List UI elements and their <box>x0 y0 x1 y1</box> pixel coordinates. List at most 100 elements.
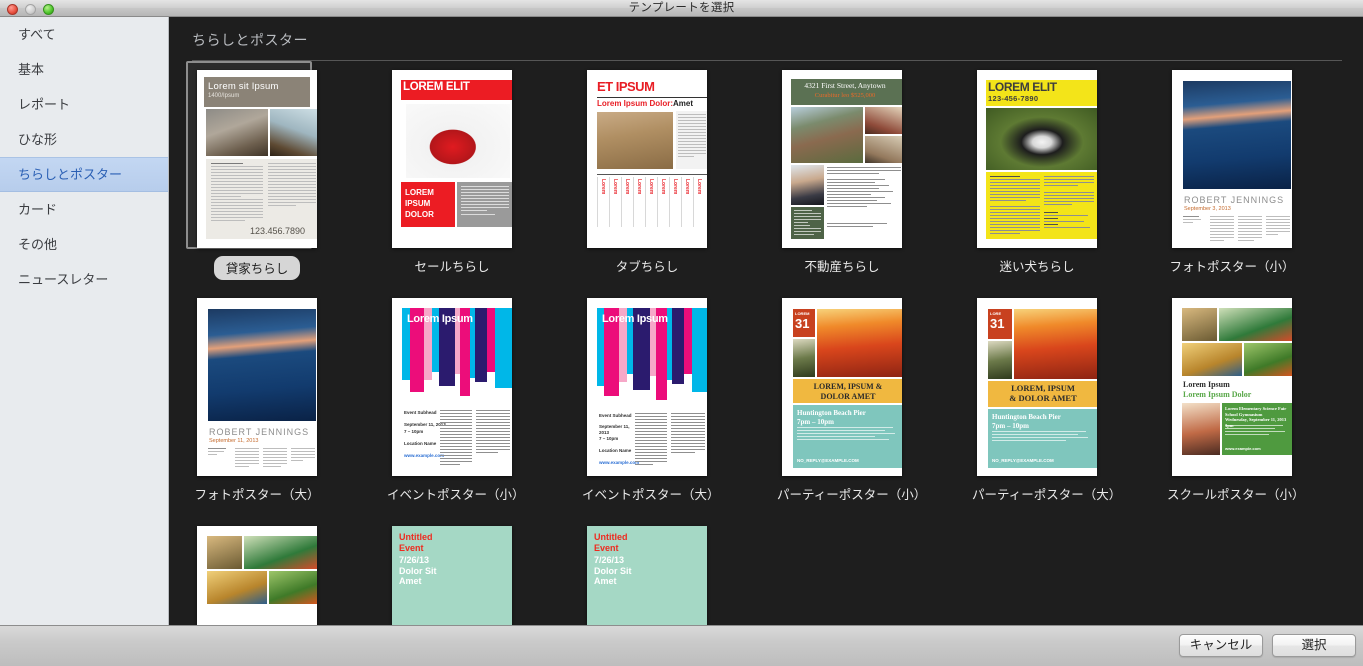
thumbnail-frame[interactable]: Lorem Ipsum Event Subhead September 11, … <box>387 297 517 477</box>
template-thumbnail[interactable]: Lorem Ipsum Event Subhead September 11, … <box>587 298 707 476</box>
template-caption[interactable]: パーティーポスター（大） <box>972 484 1121 503</box>
template-card-party-poster-large[interactable]: LORE 31 LOREM, IPSUM & DOLOR AMET Huntin… <box>972 297 1121 503</box>
caption-line: 迷い犬ちらし <box>972 256 1102 275</box>
caption-line: 貸家ちらし <box>192 249 322 280</box>
poster-body-panel: Event Subhead September 11, 2013 7 – 10p… <box>402 408 512 470</box>
thumbnail-frame[interactable]: ET IPSUM Lorem Ipsum Dolor:Amet Lorem Lo… <box>582 69 712 249</box>
template-thumbnail[interactable]: Lorem Ipsum Event Subhead September 11, … <box>392 298 512 476</box>
template-caption[interactable]: イベントポスター（大） <box>582 484 720 503</box>
poster-subheading: September 11, 2013 <box>209 438 259 444</box>
template-caption[interactable]: セールちらし <box>387 256 517 275</box>
template-thumbnail[interactable]: ET IPSUM Lorem Ipsum Dolor:Amet Lorem Lo… <box>587 70 707 248</box>
template-caption[interactable]: イベントポスター（小） <box>387 484 525 503</box>
badge-day: 31 <box>795 316 810 331</box>
sidebar-item-forms[interactable]: ひな形 <box>0 122 168 157</box>
template-card-real-estate[interactable]: 4321 First Street, Anytown Curabitur leo… <box>777 69 907 275</box>
template-thumbnail[interactable]: ROBERT JENNINGS September 11, 2013 <box>197 298 317 476</box>
template-card-school-poster-large[interactable] <box>192 525 322 625</box>
thumbnail-frame[interactable]: ROBERT JENNINGS September 3, 2013 <box>1167 69 1297 249</box>
venue-text: Huntington Beach Pier 7pm – 10pm <box>992 413 1061 430</box>
caption-line: セールちらし <box>387 256 517 275</box>
sidebar-item-misc[interactable]: その他 <box>0 227 168 262</box>
poster-art-school: Lorem Ipsum Lorem Ipsum Dolor Lorem Elem… <box>1179 305 1292 470</box>
thumbnail-frame[interactable]: Untitled Event 7/26/13 Dolor Sit Amet <box>582 525 712 625</box>
thumbnail-frame[interactable]: Untitled Event 7/26/13 Dolor Sit Amet <box>387 525 517 625</box>
template-caption[interactable]: フォトポスター（小） <box>1167 256 1297 275</box>
poster-label-location: Location Name <box>599 448 632 453</box>
dog-photo <box>986 108 1097 170</box>
template-caption[interactable]: 迷い犬ちらし <box>972 256 1102 275</box>
template-caption[interactable]: 貸家ちらし <box>213 256 301 280</box>
thumbnail-frame[interactable]: LOREM 31 LOREM, IPSUM & DOLOR AMET Hunti… <box>777 297 907 477</box>
sidebar-item-flyers-posters[interactable]: ちらしとポスター <box>0 157 168 192</box>
template-thumbnail[interactable]: LOREM ELIT 123-456-7890 <box>977 70 1097 248</box>
hand-leaf-photo <box>269 571 317 604</box>
poster-body-panel <box>208 448 316 474</box>
thumbnail-frame[interactable]: LOREM ELIT 123-456-7890 <box>972 69 1102 249</box>
template-thumbnail[interactable]: LOREM 31 LOREM, IPSUM & DOLOR AMET Hunti… <box>782 298 902 476</box>
email-text: NO_REPLY@EXAMPLE.COM <box>992 458 1054 463</box>
template-caption[interactable]: スクールポスター（小） <box>1167 484 1305 503</box>
sidebar-item-newsletters[interactable]: ニュースレター <box>0 262 168 297</box>
template-thumbnail[interactable] <box>197 526 317 625</box>
thumbnail-frame[interactable]: Lorem Ipsum Event Subhead September 11, … <box>582 297 712 477</box>
flyer-art-lost-dog: LOREM ELIT 123-456-7890 <box>984 77 1097 242</box>
template-thumbnail[interactable]: Lorem sit Ipsum 1400/Ipsum 123.456.7890 <box>197 70 317 248</box>
thumbnail-frame[interactable]: Lorem sit Ipsum 1400/Ipsum 123.456.7890 <box>186 61 322 249</box>
template-thumbnail[interactable]: Untitled Event 7/26/13 Dolor Sit Amet <box>587 526 707 625</box>
template-caption[interactable]: 不動産ちらし <box>777 256 907 275</box>
template-card-house-rental[interactable]: Lorem sit Ipsum 1400/Ipsum 123.456.7890 … <box>186 61 322 280</box>
house-photo <box>791 107 863 163</box>
poster-body-panel <box>1183 216 1291 246</box>
cancel-button[interactable]: キャンセル <box>1179 634 1263 657</box>
template-card-sale-flyer[interactable]: LOREM ELIT LOREM IPSUM DOLOR セールちらし <box>387 69 517 275</box>
date-badge: LORE 31 <box>988 309 1012 339</box>
template-thumbnail[interactable]: Untitled Event 7/26/13 Dolor Sit Amet <box>392 526 512 625</box>
document-art-untitled-event: Untitled Event 7/26/13 Dolor Sit Amet <box>587 526 707 625</box>
template-card-untitled-event-1[interactable]: Untitled Event 7/26/13 Dolor Sit Amet <box>387 525 517 625</box>
info-panel: Huntington Beach Pier 7pm – 10pm NO_REPLY… <box>988 409 1097 468</box>
poster-label-time: 7 – 10pm <box>404 429 424 434</box>
template-card-party-poster-small[interactable]: LOREM 31 LOREM, IPSUM & DOLOR AMET Hunti… <box>777 297 926 503</box>
thumbnail-frame[interactable]: Lorem Ipsum Lorem Ipsum Dolor Lorem Elem… <box>1167 297 1297 477</box>
template-caption[interactable]: パーティーポスター（小） <box>777 484 926 503</box>
sidebar-item-reports[interactable]: レポート <box>0 87 168 122</box>
thumbnail-frame[interactable]: 4321 First Street, Anytown Curabitur leo… <box>777 69 907 249</box>
category-sidebar: すべて 基本 レポート ひな形 ちらしとポスター カード その他 ニュースレター <box>0 17 169 625</box>
template-card-photo-poster-large[interactable]: ROBERT JENNINGS September 11, 2013 フォトポス… <box>192 297 322 503</box>
poster-heading: Lorem Ipsum <box>407 313 473 325</box>
thumbnail-frame[interactable] <box>192 525 322 625</box>
badge-day: 31 <box>990 316 1005 331</box>
info-panel: Huntington Beach Pier 7pm – 10pm NO_REPLY… <box>793 405 902 468</box>
template-caption[interactable]: タブちらし <box>582 256 712 275</box>
molecule-model-photo <box>1182 343 1242 376</box>
template-thumbnail[interactable]: 4321 First Street, Anytown Curabitur leo… <box>782 70 902 248</box>
template-card-untitled-event-2[interactable]: Untitled Event 7/26/13 Dolor Sit Amet <box>582 525 712 625</box>
student-portrait-photo <box>1182 403 1220 455</box>
template-card-event-poster-small[interactable]: Lorem Ipsum Event Subhead September 11, … <box>387 297 525 503</box>
flyer-art-sale-scooter: LOREM ELIT LOREM IPSUM DOLOR <box>399 77 512 242</box>
template-thumbnail[interactable]: LOREM ELIT LOREM IPSUM DOLOR <box>392 70 512 248</box>
template-card-tab-flyer[interactable]: ET IPSUM Lorem Ipsum Dolor:Amet Lorem Lo… <box>582 69 712 275</box>
template-card-lost-dog[interactable]: LOREM ELIT 123-456-7890 迷い犬ちらし <box>972 69 1102 275</box>
caption-line: フォトポスター（小） <box>1167 256 1297 275</box>
template-thumbnail[interactable]: ROBERT JENNINGS September 3, 2013 <box>1172 70 1292 248</box>
template-card-photo-poster-small[interactable]: ROBERT JENNINGS September 3, 2013 フォトポスタ… <box>1167 69 1297 275</box>
template-caption[interactable]: フォトポスター（大） <box>192 484 322 503</box>
select-button[interactable]: 選択 <box>1272 634 1356 657</box>
stripe <box>495 308 512 388</box>
template-grid-panel[interactable]: ちらしとポスター Lorem sit Ipsum 1400/Ipsum 123.… <box>170 17 1363 625</box>
flyer-tab: Lorem <box>681 177 692 227</box>
template-card-event-poster-large[interactable]: Lorem Ipsum Event Subhead September 11, … <box>582 297 720 503</box>
template-card-school-poster-small[interactable]: Lorem Ipsum Lorem Ipsum Dolor Lorem Elem… <box>1167 297 1305 503</box>
thumbnail-frame[interactable]: ROBERT JENNINGS September 11, 2013 <box>192 297 322 477</box>
sidebar-item-cards[interactable]: カード <box>0 192 168 227</box>
flyer-heading: LOREM ELIT <box>403 81 470 93</box>
thumbnail-frame[interactable]: LORE 31 LOREM, IPSUM & DOLOR AMET Huntin… <box>972 297 1102 477</box>
thumbnail-frame[interactable]: LOREM ELIT LOREM IPSUM DOLOR <box>387 69 517 249</box>
template-thumbnail[interactable]: Lorem Ipsum Lorem Ipsum Dolor Lorem Elem… <box>1172 298 1292 476</box>
sidebar-item-all[interactable]: すべて <box>0 17 168 52</box>
sidebar-item-basic[interactable]: 基本 <box>0 52 168 87</box>
template-thumbnail[interactable]: LORE 31 LOREM, IPSUM & DOLOR AMET Huntin… <box>977 298 1097 476</box>
poster-label-subhead: Event Subhead <box>404 410 437 415</box>
